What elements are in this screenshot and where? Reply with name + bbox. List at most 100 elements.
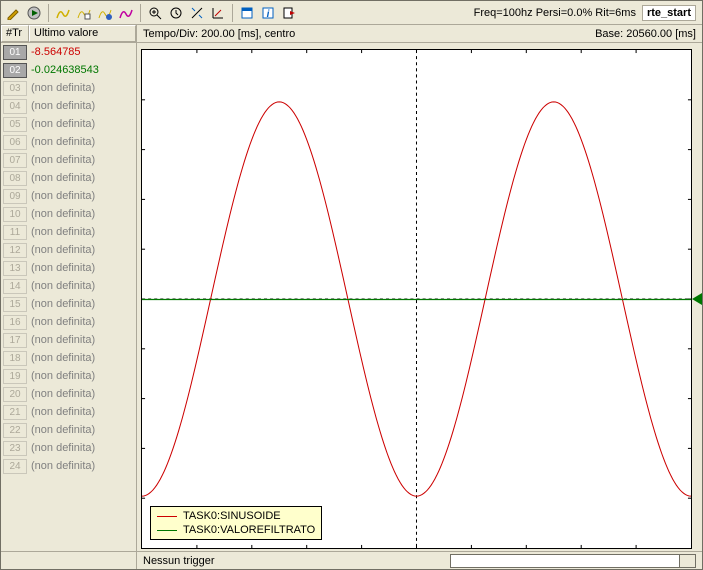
main: 01-8.56478502-0.024638543 03 (non definita…: [1, 43, 702, 551]
track-select-button[interactable]: 07: [3, 153, 27, 168]
track-value: (non definita): [31, 460, 95, 472]
progress-container: [450, 554, 696, 568]
legend-entry-2: TASK0:VALOREFILTRATO: [157, 523, 315, 537]
track-value: (non definita): [31, 424, 95, 436]
track-select-button[interactable]: 09: [3, 189, 27, 204]
legend-label-1: TASK0:SINUSOIDE: [183, 510, 281, 522]
info-icon[interactable]: i: [258, 3, 278, 23]
track-select-button[interactable]: 05: [3, 117, 27, 132]
separator: [48, 4, 49, 22]
cursor-measure-icon[interactable]: [187, 3, 207, 23]
track-row: 08 (non definita): [1, 169, 136, 187]
separator: [232, 4, 233, 22]
track-select-button[interactable]: 21: [3, 405, 27, 420]
track-value: (non definita): [31, 406, 95, 418]
track-select-button[interactable]: 19: [3, 369, 27, 384]
track-select-button[interactable]: 24: [3, 459, 27, 474]
toolbar: i Freq=100hz Persi=0.0% Rit=6ms rte_star…: [1, 1, 702, 25]
track-value: (non definita): [31, 316, 95, 328]
separator: [140, 4, 141, 22]
progress-button[interactable]: [680, 554, 696, 568]
chart-blue-icon[interactable]: [95, 3, 115, 23]
track-row: 10(non definita): [1, 205, 136, 223]
legend-label-2: TASK0:VALOREFILTRATO: [183, 524, 315, 536]
trigger-status: Nessun trigger: [143, 555, 215, 567]
track-row: 23(non definita): [1, 439, 136, 457]
pencil-icon[interactable]: [3, 3, 23, 23]
track-value: (non definita): [31, 280, 95, 292]
rte-start-label: rte_start: [642, 5, 696, 21]
col-last-value[interactable]: Ultimo valore: [29, 25, 136, 42]
track-select-button[interactable]: 03: [3, 81, 27, 96]
track-row: 13 (non definita): [1, 259, 136, 277]
track-select-button[interactable]: 12: [3, 243, 27, 258]
axes-icon[interactable]: [208, 3, 228, 23]
track-row: 17 (non definita): [1, 331, 136, 349]
track-select-button[interactable]: 02: [3, 63, 27, 78]
track-row: 06 (non definita): [1, 133, 136, 151]
track-value: (non definita): [31, 388, 95, 400]
track-row: 16 (non definita): [1, 313, 136, 331]
track-select-button[interactable]: 23: [3, 441, 27, 456]
track-value: (non definita): [31, 298, 95, 310]
track-select-button[interactable]: 08: [3, 171, 27, 186]
plot-header: Tempo/Div: 200.00 [ms], centro Base: 205…: [137, 25, 702, 42]
track-row: 07 (non definita): [1, 151, 136, 169]
track-select-button[interactable]: 11: [3, 225, 27, 240]
track-row: 22 (non definita): [1, 421, 136, 439]
track-row: 01-8.564785: [1, 43, 136, 61]
progress-bar[interactable]: [450, 554, 680, 568]
track-row: 15 (non definita): [1, 295, 136, 313]
track-value: (non definita): [31, 172, 95, 184]
track-select-button[interactable]: 01: [3, 45, 27, 60]
base-time-label: Base: 20560.00 [ms]: [595, 28, 696, 40]
track-select-button[interactable]: 22: [3, 423, 27, 438]
track-row: 21 (non definita): [1, 403, 136, 421]
status-bar: Nessun trigger: [1, 551, 702, 569]
track-value: (non definita): [31, 334, 95, 346]
track-select-button[interactable]: 20: [3, 387, 27, 402]
track-row: 04 (non definita): [1, 97, 136, 115]
track-row: 11(non definita): [1, 223, 136, 241]
trace-marker-green[interactable]: [692, 293, 702, 305]
status-left-spacer: [1, 552, 137, 569]
track-select-button[interactable]: 14: [3, 279, 27, 294]
play-icon[interactable]: [24, 3, 44, 23]
track-select-button[interactable]: 06: [3, 135, 27, 150]
col-track-num[interactable]: #Tr: [1, 25, 29, 42]
track-value: (non definita): [31, 262, 95, 274]
track-value: (non definita): [31, 100, 95, 112]
timebase-label: Tempo/Div: 200.00 [ms], centro: [143, 28, 295, 40]
track-select-button[interactable]: 16: [3, 315, 27, 330]
track-select-button[interactable]: 18: [3, 351, 27, 366]
toolbar-status: Freq=100hz Persi=0.0% Rit=6ms rte_start: [474, 5, 700, 21]
chart-yellow-icon[interactable]: [53, 3, 73, 23]
track-select-button[interactable]: 17: [3, 333, 27, 348]
history-icon[interactable]: [166, 3, 186, 23]
legend-entry-1: TASK0:SINUSOIDE: [157, 509, 315, 523]
track-select-button[interactable]: 15: [3, 297, 27, 312]
track-value: (non definita): [31, 136, 95, 148]
track-row: 09(non definita): [1, 187, 136, 205]
track-row: 02-0.024638543: [1, 61, 136, 79]
legend-swatch-green: [157, 530, 177, 531]
track-value: (non definita): [31, 244, 95, 256]
track-select-button[interactable]: 13: [3, 261, 27, 276]
zoom-in-icon[interactable]: [145, 3, 165, 23]
chart-config-icon[interactable]: [74, 3, 94, 23]
exit-icon[interactable]: [279, 3, 299, 23]
track-value: (non definita): [31, 352, 95, 364]
track-value: (non definita): [31, 370, 95, 382]
track-value: (non definita): [31, 154, 95, 166]
svg-text:i: i: [267, 9, 270, 20]
window-icon[interactable]: [237, 3, 257, 23]
track-select-button[interactable]: 04: [3, 99, 27, 114]
chart-magenta-icon[interactable]: [116, 3, 136, 23]
track-select-button[interactable]: 10: [3, 207, 27, 222]
track-row: 19 (non definita): [1, 367, 136, 385]
plot-area[interactable]: TASK0:SINUSOIDE TASK0:VALOREFILTRATO: [141, 49, 692, 549]
track-panel: 01-8.56478502-0.024638543 03 (non definita…: [1, 43, 137, 551]
legend: TASK0:SINUSOIDE TASK0:VALOREFILTRATO: [150, 506, 322, 540]
header-row: #Tr Ultimo valore Tempo/Div: 200.00 [ms]…: [1, 25, 702, 43]
track-row: 12 (non definita): [1, 241, 136, 259]
